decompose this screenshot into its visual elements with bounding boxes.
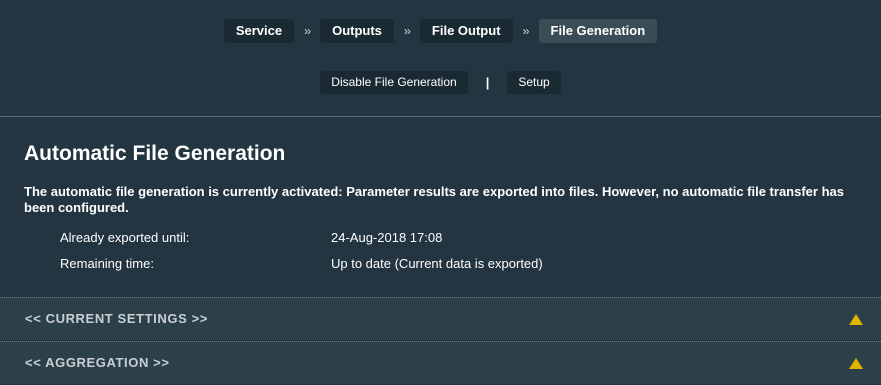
warning-triangle-icon — [849, 358, 863, 369]
section-current-settings-label: << CURRENT SETTINGS >> — [25, 311, 208, 326]
remaining-time-label: Remaining time: — [60, 256, 154, 271]
warning-triangle-icon — [849, 314, 863, 325]
top-navigation: Service ›› Outputs ›› File Output ›› Fil… — [0, 0, 881, 117]
breadcrumb: Service ›› Outputs ›› File Output ›› Fil… — [0, 19, 881, 43]
breadcrumb-file-generation[interactable]: File Generation — [538, 19, 658, 43]
action-separator: | — [485, 75, 490, 90]
exported-until-label: Already exported until: — [60, 230, 190, 245]
section-aggregation-label: << AGGREGATION >> — [25, 355, 170, 370]
breadcrumb-separator-icon: ›› — [403, 24, 411, 38]
breadcrumb-file-output[interactable]: File Output — [419, 19, 513, 43]
main-content: Automatic File Generation The automatic … — [0, 117, 881, 295]
breadcrumb-separator-icon: ›› — [304, 24, 311, 38]
remaining-time-value: Up to date (Current data is exported) — [331, 256, 543, 271]
action-bar: Disable File Generation | Setup — [0, 71, 881, 94]
status-description: The automatic file generation is current… — [24, 184, 844, 215]
breadcrumb-service[interactable]: Service — [223, 19, 295, 43]
page-title: Automatic File Generation — [24, 142, 286, 165]
setup-button[interactable]: Setup — [507, 71, 561, 94]
disable-file-generation-button[interactable]: Disable File Generation — [320, 71, 468, 94]
exported-until-value: 24-Aug-2018 17:08 — [331, 230, 443, 245]
section-current-settings[interactable]: << CURRENT SETTINGS >> — [0, 297, 881, 340]
breadcrumb-separator-icon: ›› — [522, 24, 530, 38]
section-aggregation[interactable]: << AGGREGATION >> — [0, 341, 881, 384]
breadcrumb-outputs[interactable]: Outputs — [320, 19, 394, 43]
